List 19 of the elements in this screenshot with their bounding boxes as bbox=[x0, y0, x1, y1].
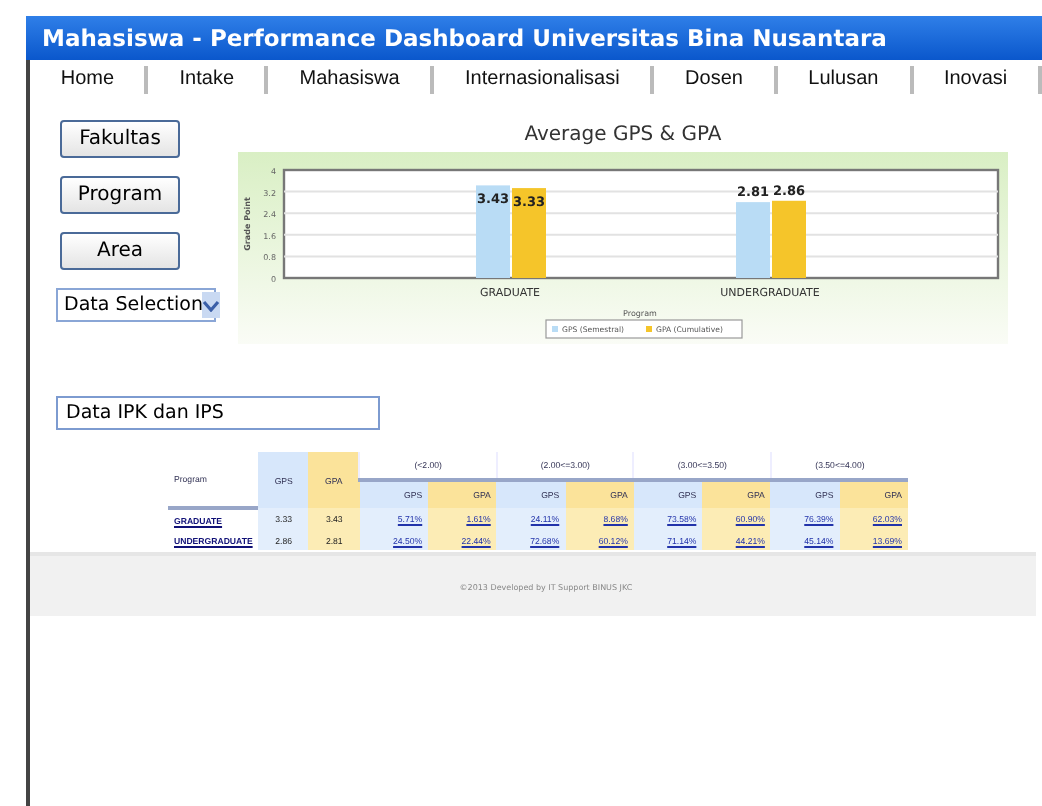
bar bbox=[736, 202, 770, 278]
nav-tab[interactable]: Home bbox=[30, 66, 149, 94]
section-field[interactable]: Data IPK dan IPS bbox=[56, 396, 380, 430]
nav-tab[interactable]: Inovasi bbox=[913, 66, 1042, 94]
data-selection-dropdown[interactable]: Data Selection bbox=[56, 288, 216, 322]
filter-button[interactable]: Fakultas bbox=[60, 120, 180, 158]
bar bbox=[772, 200, 806, 278]
filter-button[interactable]: Program bbox=[60, 176, 180, 214]
filter-button[interactable]: Area bbox=[60, 232, 180, 270]
bar bbox=[512, 188, 546, 278]
bar bbox=[476, 185, 510, 278]
nav-tab[interactable]: Internasionalisasi bbox=[434, 66, 655, 94]
field-value: Data IPK dan IPS bbox=[66, 402, 224, 424]
window-title: Mahasiswa - Performance Dashboard Universitas Bina Nusantara bbox=[26, 16, 1042, 60]
nav-tab[interactable]: Mahasiswa bbox=[268, 66, 435, 94]
nav-tab[interactable]: Intake bbox=[148, 66, 269, 94]
chart-title: Average GPS & GPA bbox=[524, 124, 722, 146]
nav-tab[interactable]: Dosen bbox=[654, 66, 778, 94]
nav-tab[interactable]: Lulusan bbox=[777, 66, 914, 94]
